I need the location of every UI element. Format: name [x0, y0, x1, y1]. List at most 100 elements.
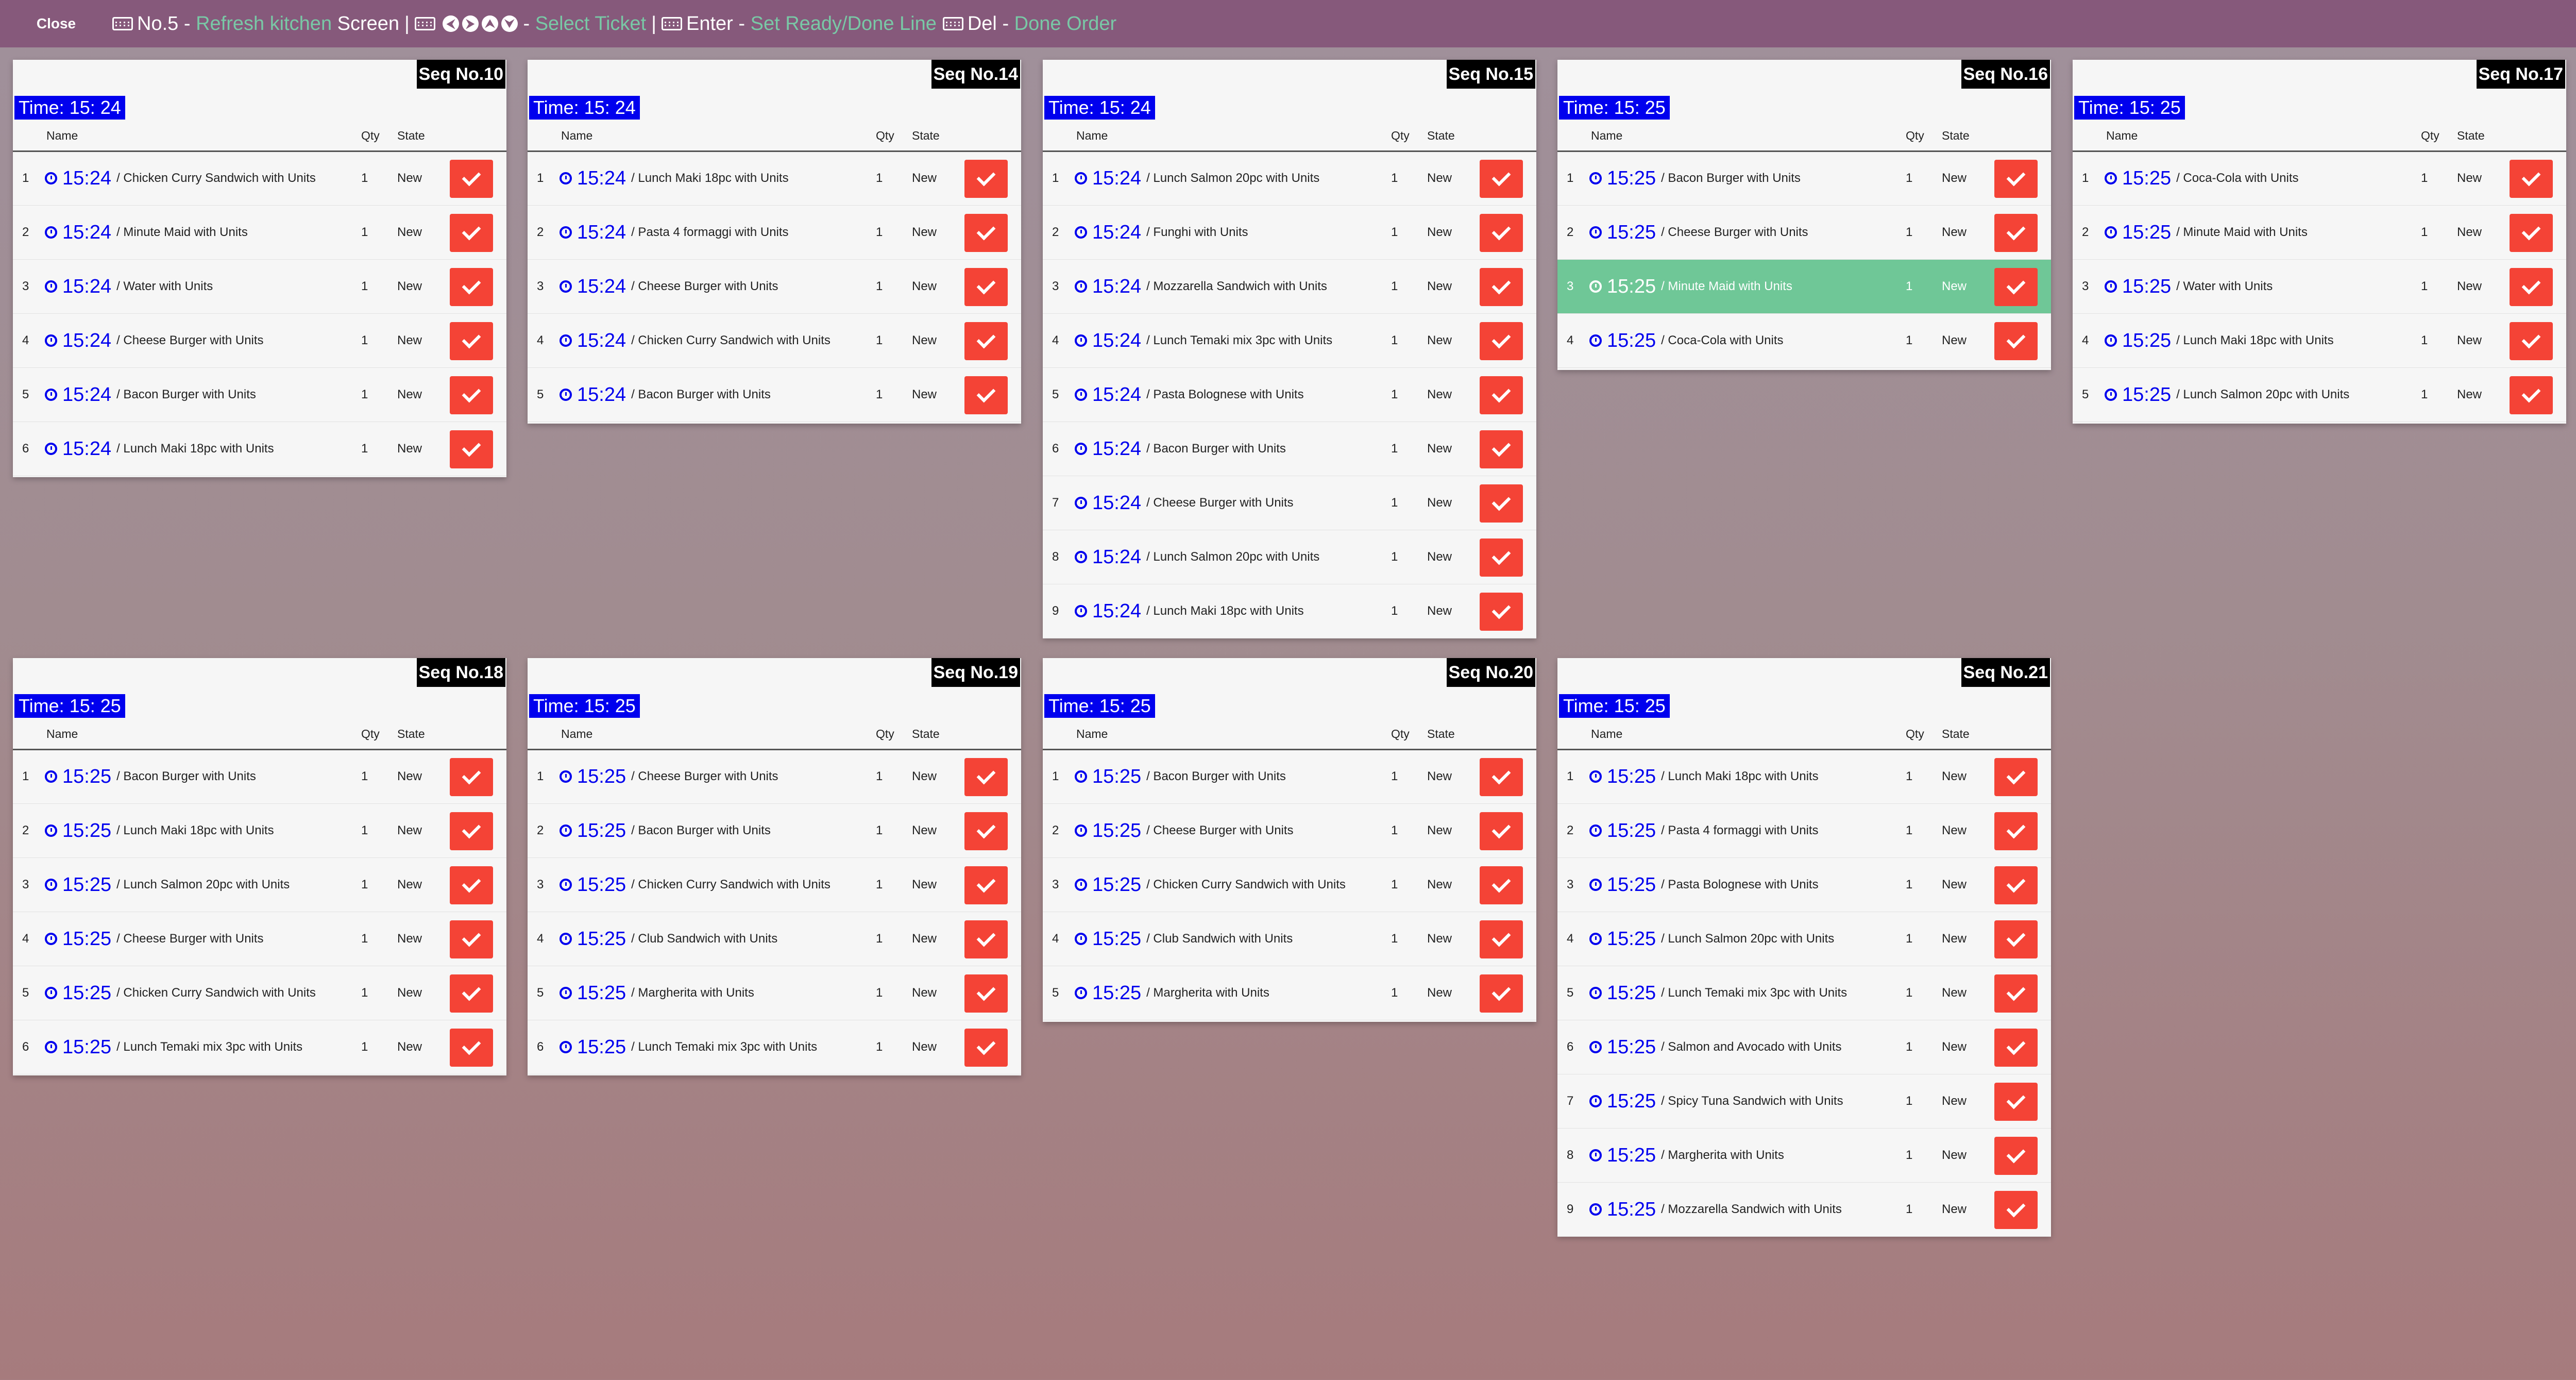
ticket-card[interactable]: Seq No.19 Time: 15: 25 Name Qty State 1 15:25 /… — [528, 658, 1021, 1075]
done-line-button[interactable] — [1994, 974, 2038, 1013]
done-line-button[interactable] — [1994, 1137, 2038, 1175]
ticket-line[interactable]: 4 15:25 / Cheese Burger with Units 1 New — [13, 912, 506, 966]
done-line-button[interactable] — [2510, 160, 2553, 198]
done-line-button[interactable] — [1994, 1029, 2038, 1067]
ticket-line[interactable]: 8 15:25 / Margherita with Units 1 New — [1557, 1129, 2051, 1183]
ticket-line[interactable]: 2 15:25 / Cheese Burger with Units 1 New — [1043, 804, 1536, 858]
ticket-line[interactable]: 4 15:25 / Club Sandwich with Units 1 New — [528, 912, 1021, 966]
ticket-line[interactable]: 6 15:24 / Lunch Maki 18pc with Units 1 New — [13, 422, 506, 476]
ticket-line[interactable]: 1 15:25 / Bacon Burger with Units 1 New — [1043, 750, 1536, 804]
ticket-line[interactable]: 3 15:24 / Mozzarella Sandwich with Units 1 N… — [1043, 260, 1536, 314]
done-line-button[interactable] — [964, 214, 1008, 252]
ticket-line[interactable]: 3 15:25 / Lunch Salmon 20pc with Units 1 New — [13, 858, 506, 912]
ticket-line[interactable]: 2 15:24 / Funghi with Units 1 New — [1043, 206, 1536, 260]
ticket-line[interactable]: 6 15:25/ Lunch Temaki mix 3pc with Units 1… — [13, 1020, 506, 1074]
ticket-card[interactable]: Seq No.10 Time: 15: 24 Name Qty State 1 15:24 /… — [13, 60, 506, 477]
ticket-card[interactable]: Seq No.21 Time: 15: 25 Name Qty State 1 15:25 /… — [1557, 658, 2051, 1237]
ticket-card[interactable]: Seq No.20 Time: 15: 25 Name Qty State 1 15:25 /… — [1043, 658, 1536, 1022]
done-line-button[interactable] — [1994, 214, 2038, 252]
ticket-line[interactable]: 3 15:25 / Pasta Bolognese with Units 1 New — [1557, 858, 2051, 912]
done-line-button[interactable] — [1994, 1083, 2038, 1121]
done-line-button[interactable] — [1480, 214, 1523, 252]
ticket-line[interactable]: 4 15:24 / Chicken Curry Sandwich with Unit… — [528, 314, 1021, 368]
done-line-button[interactable] — [1480, 593, 1523, 631]
done-line-button[interactable] — [2510, 322, 2553, 360]
ticket-line[interactable]: 7 15:24 / Cheese Burger with Units 1 New — [1043, 476, 1536, 530]
ticket-line[interactable]: 5 15:25 / Margherita with Units 1 New — [528, 966, 1021, 1020]
done-line-button[interactable] — [1480, 430, 1523, 468]
done-line-button[interactable] — [450, 1029, 493, 1067]
ticket-line[interactable]: 4 15:25 / Club Sandwich with Units 1 New — [1043, 912, 1536, 966]
ticket-line[interactable]: 1 15:24 / Chicken Curry Sandwich with Unit… — [13, 152, 506, 206]
ticket-line[interactable]: 5 15:25 / Lunch Salmon 20pc with Units 1 New — [2073, 368, 2566, 422]
ticket-line[interactable]: 3 15:24 / Water with Units 1 New — [13, 260, 506, 314]
done-line-button[interactable] — [2510, 268, 2553, 306]
done-line-button[interactable] — [450, 376, 493, 414]
ticket-line[interactable]: 5 15:24 / Bacon Burger with Units 1 New — [528, 368, 1021, 422]
ticket-card[interactable]: Seq No.17 Time: 15: 25 Name Qty State 1 15:25 /… — [2073, 60, 2566, 424]
ticket-line[interactable]: 3 15:25 / Chicken Curry Sandwich with Unit… — [1043, 858, 1536, 912]
done-line-button[interactable] — [450, 974, 493, 1013]
done-line-button[interactable] — [450, 268, 493, 306]
done-line-button[interactable] — [964, 160, 1008, 198]
ticket-line[interactable]: 7 15:25 / Spicy Tuna Sandwich with Units 1 N… — [1557, 1074, 2051, 1129]
ticket-line[interactable]: 2 15:25 / Pasta 4 formaggi with Units 1 New — [1557, 804, 2051, 858]
ticket-line[interactable]: 6 15:25/ Lunch Temaki mix 3pc with Units 1… — [528, 1020, 1021, 1074]
ticket-line[interactable]: 9 15:24 / Lunch Maki 18pc with Units 1 New — [1043, 584, 1536, 638]
done-line-button[interactable] — [1994, 1191, 2038, 1229]
ticket-line[interactable]: 2 15:25 / Bacon Burger with Units 1 New — [528, 804, 1021, 858]
done-line-button[interactable] — [964, 1029, 1008, 1067]
done-line-button[interactable] — [450, 812, 493, 850]
ticket-line[interactable]: 1 15:24 / Lunch Salmon 20pc with Units 1 New — [1043, 152, 1536, 206]
done-line-button[interactable] — [450, 322, 493, 360]
done-line-button[interactable] — [1480, 376, 1523, 414]
done-line-button[interactable] — [450, 214, 493, 252]
done-line-button[interactable] — [964, 758, 1008, 796]
done-line-button[interactable] — [964, 812, 1008, 850]
done-line-button[interactable] — [964, 376, 1008, 414]
done-line-button[interactable] — [450, 758, 493, 796]
ticket-line[interactable]: 5 15:24 / Bacon Burger with Units 1 New — [13, 368, 506, 422]
done-line-button[interactable] — [1480, 866, 1523, 904]
done-line-button[interactable] — [964, 974, 1008, 1013]
ticket-line[interactable]: 1 15:25 / Bacon Burger with Units 1 New — [13, 750, 506, 804]
done-line-button[interactable] — [1994, 268, 2038, 306]
ticket-line[interactable]: 2 15:25 / Lunch Maki 18pc with Units 1 New — [13, 804, 506, 858]
done-line-button[interactable] — [1994, 866, 2038, 904]
ticket-line[interactable]: 4 15:25 / Coca-Cola with Units 1 New — [1557, 314, 2051, 368]
ticket-line[interactable]: 5 15:25 / Margherita with Units 1 New — [1043, 966, 1536, 1020]
done-line-button[interactable] — [1480, 322, 1523, 360]
ticket-card[interactable]: Seq No.14 Time: 15: 24 Name Qty State 1 15:24 /… — [528, 60, 1021, 424]
ticket-line[interactable]: 6 15:25 / Salmon and Avocado with Units 1 Ne… — [1557, 1020, 2051, 1074]
done-line-button[interactable] — [1994, 812, 2038, 850]
done-line-button[interactable] — [1480, 812, 1523, 850]
ticket-card[interactable]: Seq No.15 Time: 15: 24 Name Qty State 1 15:24 /… — [1043, 60, 1536, 638]
close-button[interactable]: Close — [0, 15, 112, 32]
done-line-button[interactable] — [964, 268, 1008, 306]
done-line-button[interactable] — [450, 160, 493, 198]
done-line-button[interactable] — [1994, 160, 2038, 198]
done-line-button[interactable] — [1480, 160, 1523, 198]
ticket-line[interactable]: 2 15:24 / Minute Maid with Units 1 New — [13, 206, 506, 260]
ticket-line[interactable]: 5 15:25 / Chicken Curry Sandwich with Unit… — [13, 966, 506, 1020]
done-line-button[interactable] — [1480, 758, 1523, 796]
ticket-line[interactable]: 4 15:24 / Cheese Burger with Units 1 New — [13, 314, 506, 368]
ticket-line[interactable]: 3 15:25 / Chicken Curry Sandwich with Unit… — [528, 858, 1021, 912]
done-line-button[interactable] — [1994, 322, 2038, 360]
done-line-button[interactable] — [1994, 920, 2038, 958]
ticket-line[interactable]: 4 15:24/ Lunch Temaki mix 3pc with Units 1… — [1043, 314, 1536, 368]
ticket-line[interactable]: 8 15:24 / Lunch Salmon 20pc with Units 1 New — [1043, 530, 1536, 584]
done-line-button[interactable] — [1480, 484, 1523, 523]
ticket-line[interactable]: 6 15:24 / Bacon Burger with Units 1 New — [1043, 422, 1536, 476]
done-line-button[interactable] — [1480, 920, 1523, 958]
done-line-button[interactable] — [1480, 538, 1523, 577]
done-line-button[interactable] — [2510, 376, 2553, 414]
ticket-line[interactable]: 3 15:25 / Water with Units 1 New — [2073, 260, 2566, 314]
ticket-line[interactable]: 1 15:25 / Cheese Burger with Units 1 New — [528, 750, 1021, 804]
ticket-line[interactable]: 5 15:25/ Lunch Temaki mix 3pc with Units 1… — [1557, 966, 2051, 1020]
ticket-line[interactable]: 1 15:25 / Bacon Burger with Units 1 New — [1557, 152, 2051, 206]
done-line-button[interactable] — [2510, 214, 2553, 252]
done-line-button[interactable] — [964, 322, 1008, 360]
done-line-button[interactable] — [1480, 268, 1523, 306]
ticket-line[interactable]: 5 15:24 / Pasta Bolognese with Units 1 New — [1043, 368, 1536, 422]
